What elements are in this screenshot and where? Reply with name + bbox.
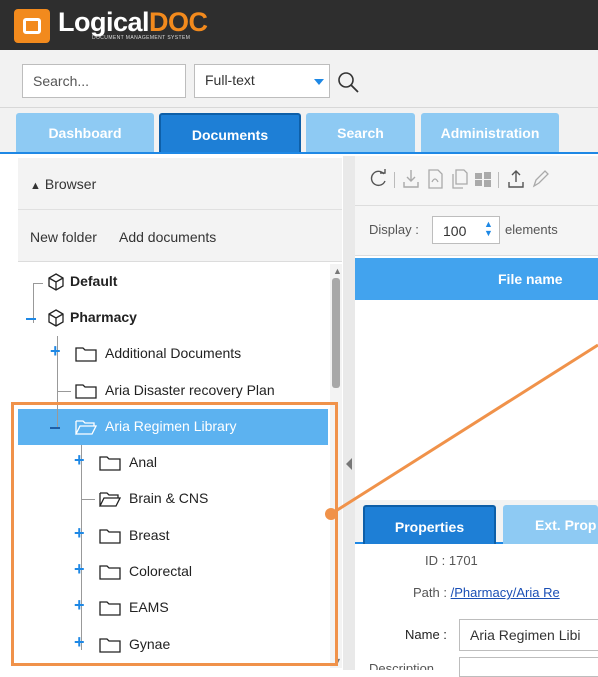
office-icon[interactable] xyxy=(473,168,493,190)
tab-documents[interactable]: Documents xyxy=(159,113,301,152)
caret-down-icon xyxy=(314,79,324,85)
path-label: Path : xyxy=(413,585,447,600)
search-mode-select[interactable]: Full-text xyxy=(194,64,330,98)
tab-properties[interactable]: Properties xyxy=(363,505,496,544)
display-label: Display : xyxy=(369,222,419,237)
search-input[interactable]: Search... xyxy=(22,64,186,98)
path-row: Path : /Pharmacy/Aria Re xyxy=(413,585,560,600)
tab-search[interactable]: Search xyxy=(306,113,415,152)
browser-title[interactable]: ▲︎ Browser xyxy=(30,176,96,192)
name-field[interactable]: Aria Regimen Libi xyxy=(459,619,598,651)
spinner-icon[interactable]: ▲︎ ▼︎ xyxy=(484,220,493,238)
display-suffix: elements xyxy=(505,222,558,237)
expand-plus-icon[interactable]: + xyxy=(50,341,61,362)
tab-ext-properties[interactable]: Ext. Prop xyxy=(503,505,598,544)
refresh-icon[interactable] xyxy=(368,168,388,190)
panel-splitter[interactable] xyxy=(343,156,355,670)
upload-icon[interactable] xyxy=(506,168,526,190)
logo-icon-inner xyxy=(23,18,41,34)
annotation-highlight-box xyxy=(11,402,338,666)
collapse-left-icon[interactable] xyxy=(346,458,352,470)
edit-icon[interactable] xyxy=(530,168,550,190)
search-icon[interactable] xyxy=(336,70,360,94)
toolbar-separator xyxy=(498,172,499,188)
id-label-text: ID : xyxy=(425,553,446,568)
tab-administration[interactable]: Administration xyxy=(421,113,559,152)
tree-item-label: Pharmacy xyxy=(70,309,137,325)
scroll-up-icon[interactable]: ▲︎ xyxy=(333,266,342,276)
description-label: Description xyxy=(369,661,435,670)
cube-icon xyxy=(48,309,64,327)
name-label: Name : xyxy=(405,627,447,642)
download-icon[interactable] xyxy=(401,168,421,190)
scrollbar-thumb[interactable] xyxy=(332,278,340,388)
add-documents-button[interactable]: Add documents xyxy=(119,229,216,245)
tree-item-default[interactable]: Default xyxy=(18,264,328,300)
logo-text: LogicalDOC xyxy=(58,7,208,38)
tree-item-pharmacy[interactable]: Pharmacy xyxy=(18,300,328,336)
pdf-icon[interactable] xyxy=(425,168,445,190)
tree-item-label: Aria Disaster recovery Plan xyxy=(105,382,275,398)
toolbar-separator xyxy=(394,172,395,188)
logo-tagline: DOCUMENT MANAGEMENT SYSTEM xyxy=(92,35,191,41)
folder-icon xyxy=(75,347,97,362)
tree-item-additional-documents[interactable]: + Additional Documents xyxy=(18,336,328,372)
browser-title-label: Browser xyxy=(44,176,97,192)
copy-icon[interactable] xyxy=(449,168,469,190)
logo-accent: DOC xyxy=(149,7,208,37)
collapse-minus-icon[interactable] xyxy=(26,318,36,320)
new-folder-button[interactable]: New folder xyxy=(30,229,97,245)
collapse-icon: ▲︎ xyxy=(30,180,41,192)
id-label: ID : 1701 xyxy=(425,553,478,568)
description-field[interactable] xyxy=(459,657,598,677)
tab-dashboard[interactable]: Dashboard xyxy=(16,113,154,152)
id-value: 1701 xyxy=(448,553,478,568)
logo-main: Logical xyxy=(58,7,150,37)
folder-icon xyxy=(75,384,97,399)
column-file-name[interactable]: File name xyxy=(498,271,563,287)
path-link[interactable]: /Pharmacy/Aria Re xyxy=(451,585,560,600)
tree-item-label: Additional Documents xyxy=(105,345,242,361)
cube-icon xyxy=(48,273,64,291)
tree-item-label: Default xyxy=(70,273,118,289)
